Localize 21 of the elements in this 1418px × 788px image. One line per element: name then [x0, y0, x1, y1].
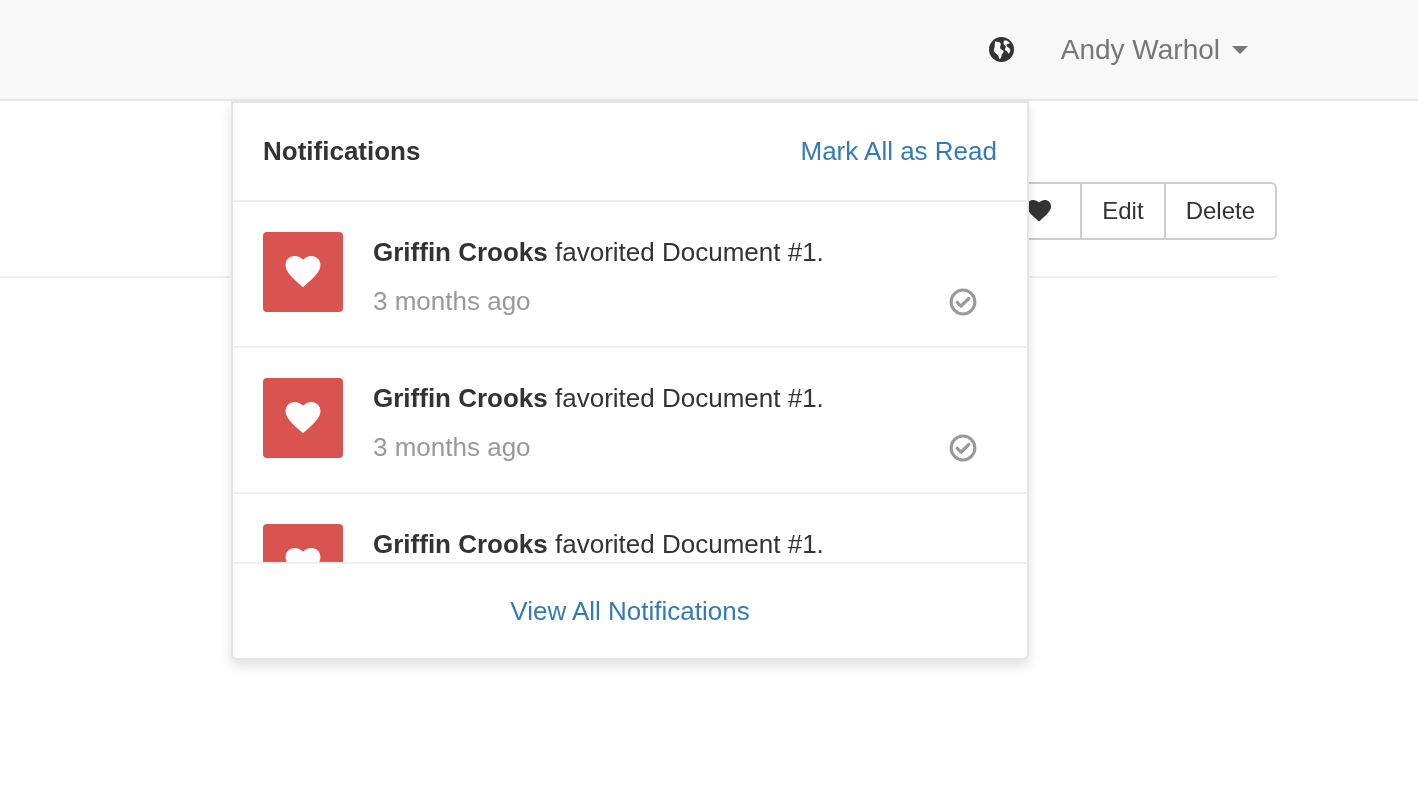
mark-all-read-link[interactable]: Mark All as Read — [800, 132, 997, 171]
check-circle-icon[interactable] — [949, 287, 977, 316]
heart-icon — [1027, 200, 1052, 222]
dropdown-title: Notifications — [263, 135, 421, 168]
notification-message: Griffin Crooks favorited Document #1. — [373, 528, 825, 560]
user-menu[interactable]: Andy Warhol — [1060, 28, 1248, 71]
check-circle-icon[interactable] — [949, 433, 977, 462]
notification-time: 3 months ago — [373, 285, 531, 318]
edit-button[interactable]: Edit — [1080, 182, 1164, 240]
notification-item[interactable]: Griffin Crooks favorited Document #1. 3 months ago — [233, 348, 1027, 494]
heart-icon — [285, 256, 321, 288]
notification-item[interactable]: Griffin Crooks favorited Document #1. — [233, 494, 1027, 562]
globe-icon[interactable] — [988, 37, 1014, 62]
heart-icon — [285, 402, 321, 434]
view-all-link[interactable]: View All Notifications — [510, 591, 750, 631]
notification-time: 3 months ago — [373, 431, 531, 464]
notification-message: Griffin Crooks favorited Document #1. — [373, 382, 825, 414]
caret-icon — [1232, 45, 1248, 54]
delete-button[interactable]: Delete — [1163, 182, 1277, 240]
notification-item[interactable]: Griffin Crooks favorited Document #1. 3 months ago — [233, 202, 1027, 348]
notification-message: Griffin Crooks favorited Document #1. — [373, 236, 825, 268]
